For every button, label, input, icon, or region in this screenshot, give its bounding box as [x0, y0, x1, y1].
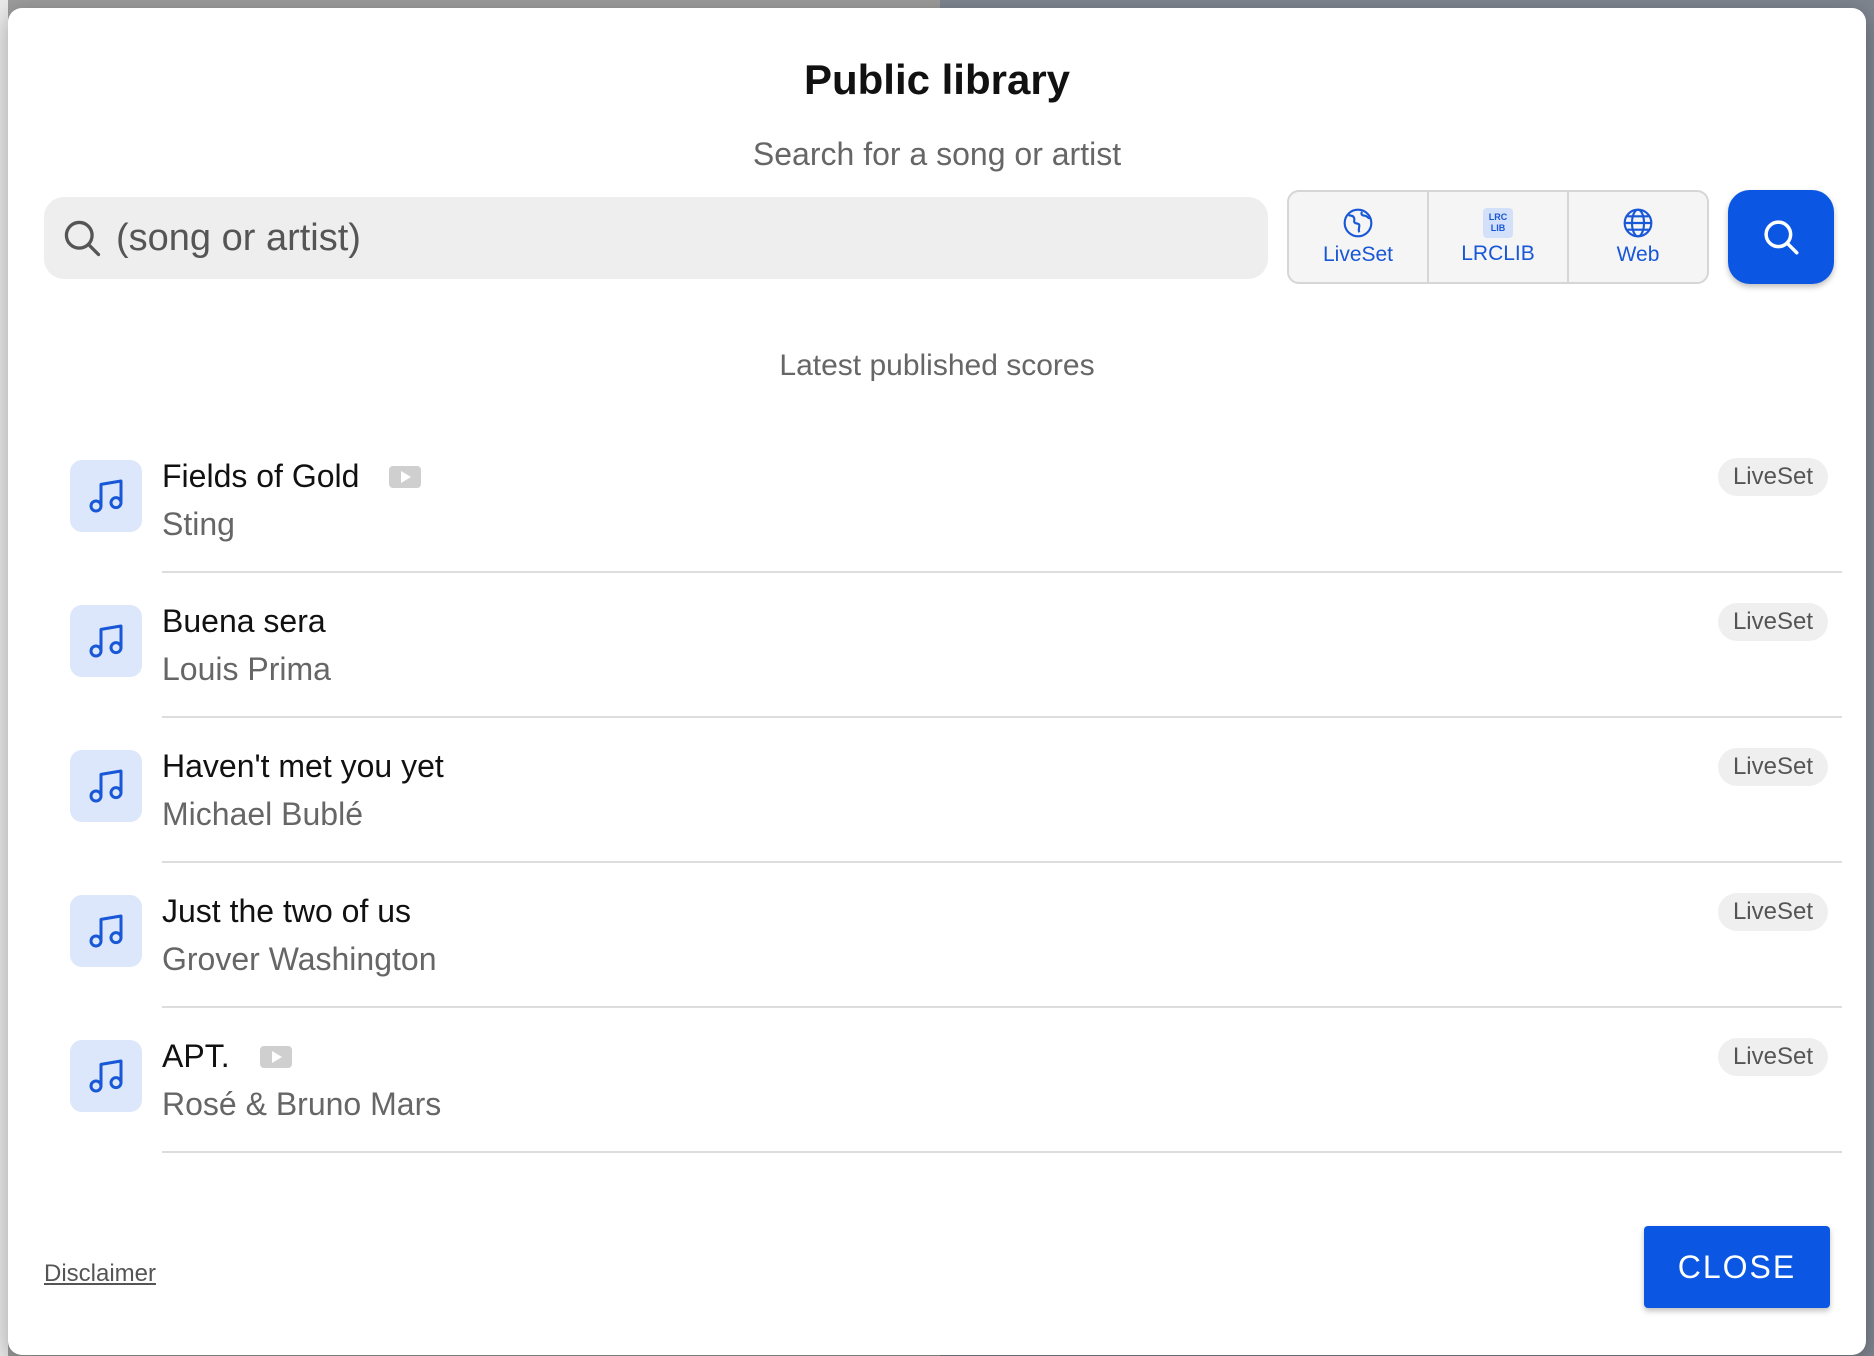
song-title-text: Haven't met you yet [162, 748, 444, 784]
song-title: Buena sera [162, 603, 326, 640]
public-library-dialog: Public library Search for a song or arti… [8, 8, 1866, 1355]
scores-list: Fields of Gold Sting LiveSet Buena sera … [70, 428, 1842, 1153]
list-item[interactable]: Haven't met you yet Michael Bublé LiveSe… [70, 718, 1842, 863]
lrclib-icon: LRC LIB [1483, 208, 1513, 238]
list-item[interactable]: Fields of Gold Sting LiveSet [70, 428, 1842, 573]
music-note-icon [70, 895, 142, 967]
music-note-icon [70, 605, 142, 677]
source-tag: LiveSet [1717, 893, 1828, 931]
lrclib-badge-line2: LIB [1490, 223, 1506, 233]
song-title: Haven't met you yet [162, 748, 444, 785]
disclaimer-link[interactable]: Disclaimer [44, 1260, 156, 1288]
source-tag: LiveSet [1717, 1038, 1828, 1076]
search-icon [64, 220, 101, 257]
backdrop-sidebar [0, 0, 8, 1356]
song-artist: Michael Bublé [162, 796, 363, 832]
song-title: Fields of Gold [162, 458, 422, 495]
source-lrclib-label: LRCLIB [1461, 242, 1535, 265]
source-web-label: Web [1616, 243, 1660, 266]
song-artist: Grover Washington [162, 941, 437, 977]
list-item[interactable]: APT. Rosé & Bruno Mars LiveSet [70, 1008, 1842, 1153]
music-note-icon [70, 750, 142, 822]
song-title-text: Just the two of us [162, 893, 412, 929]
video-icon [389, 465, 422, 488]
song-title: APT. [162, 1038, 292, 1075]
video-icon [259, 1045, 292, 1068]
lrclib-badge-line1: LRC [1488, 212, 1508, 222]
search-box[interactable] [44, 197, 1268, 279]
music-note-icon [70, 1040, 142, 1112]
source-selector: LiveSet LRC LIB LRCLIB Web [1287, 190, 1709, 284]
source-web[interactable]: Web [1569, 192, 1707, 282]
song-artist: Sting [162, 506, 235, 542]
source-liveset[interactable]: LiveSet [1289, 192, 1429, 282]
dialog-subtitle: Search for a song or artist [752, 136, 1122, 172]
song-title-text: Fields of Gold [162, 458, 360, 494]
source-tag: LiveSet [1717, 603, 1828, 641]
list-item[interactable]: Just the two of us Grover Washington Liv… [70, 863, 1842, 1008]
song-title-text: APT. [162, 1038, 230, 1074]
section-heading: Latest published scores [779, 349, 1095, 382]
list-item[interactable]: Buena sera Louis Prima LiveSet [70, 573, 1842, 718]
music-note-icon [70, 460, 142, 532]
search-icon [1764, 220, 1799, 255]
source-lrclib[interactable]: LRC LIB LRCLIB [1429, 192, 1569, 282]
song-artist: Louis Prima [162, 651, 331, 687]
close-button[interactable]: CLOSE [1644, 1226, 1830, 1308]
source-liveset-label: LiveSet [1322, 243, 1394, 266]
globe-americas-icon [1343, 208, 1373, 238]
source-tag: LiveSet [1717, 458, 1828, 496]
song-title: Just the two of us [162, 893, 411, 930]
source-tag: LiveSet [1717, 748, 1828, 786]
search-button[interactable] [1728, 190, 1834, 284]
song-title-text: Buena sera [162, 603, 326, 639]
dialog-title: Public library [803, 56, 1071, 103]
globe-icon [1623, 208, 1653, 238]
song-artist: Rosé & Bruno Mars [162, 1086, 442, 1122]
divider [162, 1151, 1842, 1153]
search-input[interactable] [116, 216, 1216, 260]
